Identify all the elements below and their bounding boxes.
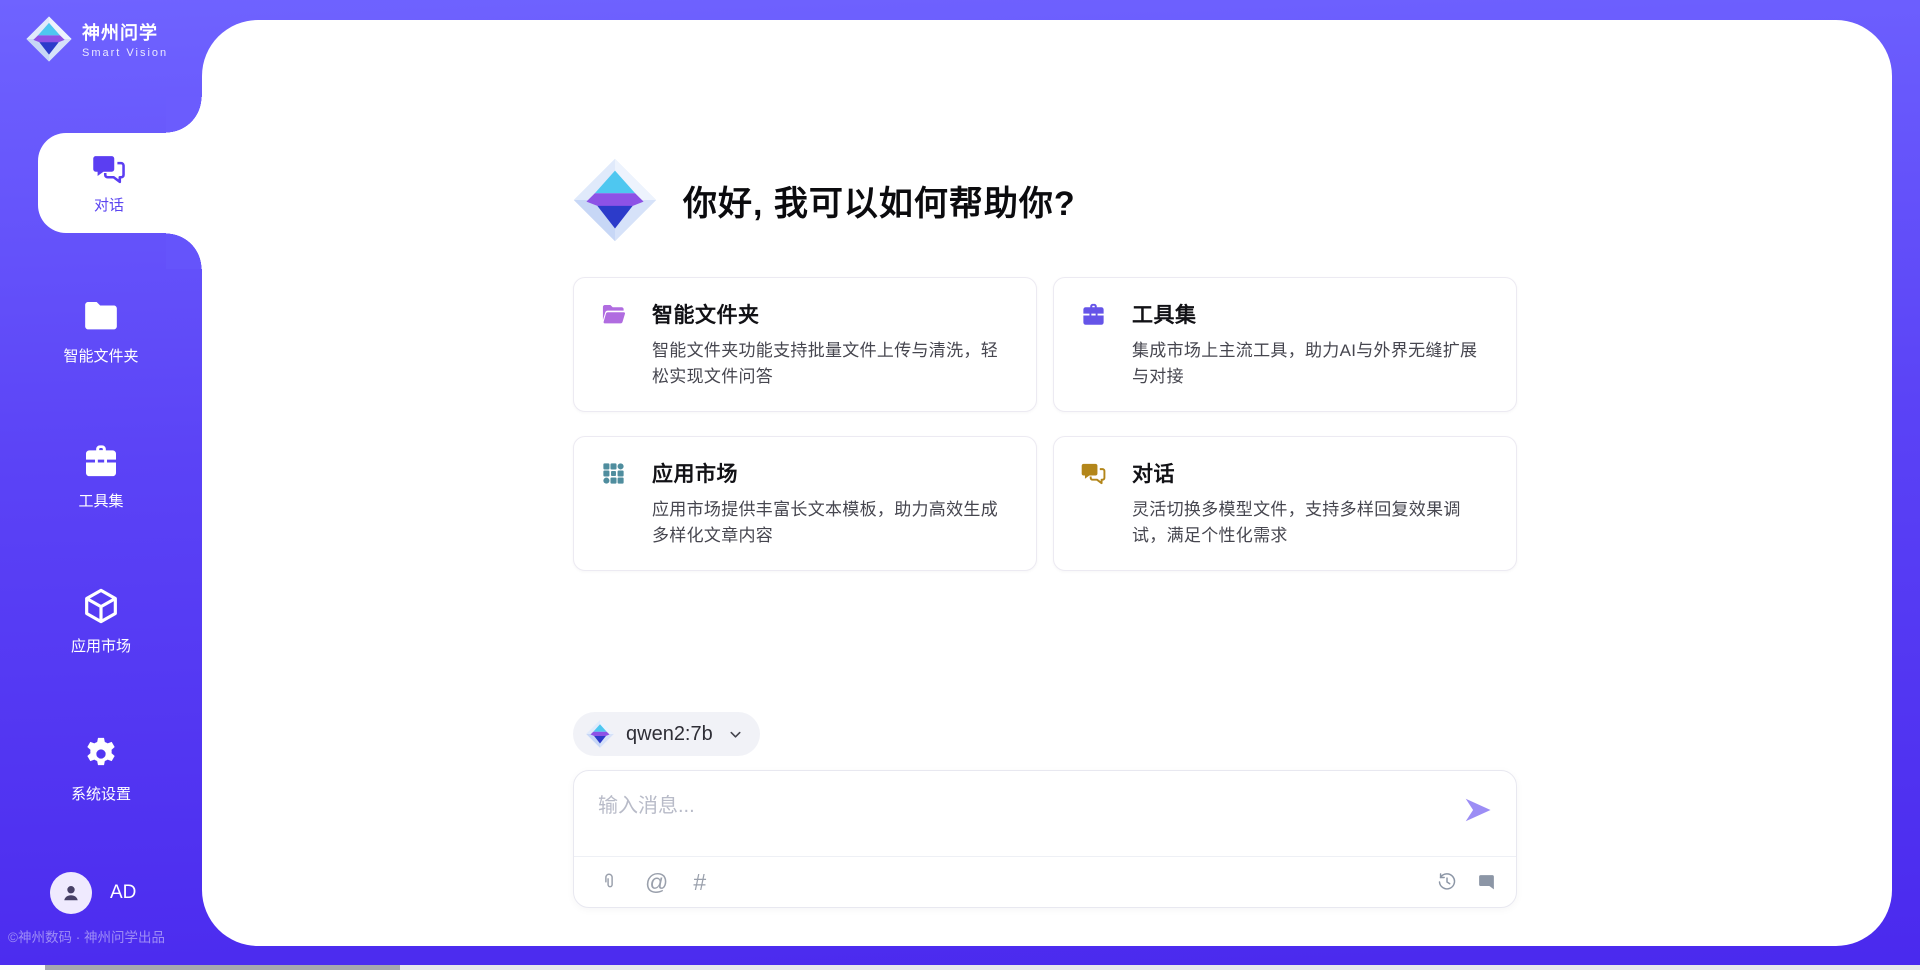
- brand-subtitle: Smart Vision: [82, 47, 168, 59]
- feature-cards: 智能文件夹 智能文件夹功能支持批量文件上传与清洗，轻松实现文件问答 工具集 集成…: [573, 277, 1517, 571]
- card-toolset[interactable]: 工具集 集成市场上主流工具，助力AI与外界无缝扩展与对接: [1053, 277, 1517, 412]
- main-panel: 你好, 我可以如何帮助你? 智能文件夹 智能文件夹功能支持批量文件上传与清洗，轻…: [202, 20, 1892, 946]
- card-chat[interactable]: 对话 灵活切换多模型文件，支持多样回复效果调试，满足个性化需求: [1053, 436, 1517, 571]
- card-description: 应用市场提供丰富长文本模板，助力高效生成多样化文章内容: [652, 497, 1010, 548]
- card-app-market[interactable]: 应用市场 应用市场提供丰富长文本模板，助力高效生成多样化文章内容: [573, 436, 1037, 571]
- person-icon: [59, 881, 83, 905]
- hash-icon: #: [693, 871, 706, 894]
- tab-fillet-bottom: [166, 233, 202, 269]
- copyright-footer: ©神州数码 · 神州问学出品: [8, 926, 165, 946]
- card-title: 对话: [1132, 458, 1175, 488]
- greeting-title: 你好, 我可以如何帮助你?: [683, 176, 1076, 225]
- user-initials: AD: [110, 882, 136, 904]
- model-name: qwen2:7b: [626, 723, 713, 746]
- open-folder-icon: [600, 301, 627, 328]
- message-composer: @ #: [573, 770, 1517, 908]
- at-icon: @: [645, 871, 668, 894]
- attach-file-button[interactable]: [598, 871, 620, 893]
- card-title: 应用市场: [652, 458, 738, 488]
- chat-bubble-icon: [1476, 871, 1498, 893]
- horizontal-scrollbar: [0, 965, 1920, 970]
- chat-bubbles-icon: [1080, 460, 1107, 487]
- tab-fillet-top: [166, 97, 202, 133]
- toolbox-icon: [1080, 301, 1107, 328]
- brand-diamond-icon: [26, 16, 72, 62]
- toolbox-icon: [81, 441, 121, 481]
- send-icon: [1462, 794, 1494, 826]
- card-smart-folder[interactable]: 智能文件夹 智能文件夹功能支持批量文件上传与清洗，轻松实现文件问答: [573, 277, 1037, 412]
- topic-button[interactable]: #: [693, 871, 706, 894]
- model-selector[interactable]: qwen2:7b: [573, 712, 760, 756]
- card-description: 智能文件夹功能支持批量文件上传与清洗，轻松实现文件问答: [652, 338, 1010, 389]
- brand-logo: 神州问学 Smart Vision: [26, 16, 168, 62]
- history-icon: [1436, 871, 1458, 893]
- sidebar-item-toolset[interactable]: 工具集: [0, 441, 202, 511]
- folder-icon: [81, 296, 121, 336]
- sidebar-item-app-market[interactable]: 应用市场: [0, 586, 202, 656]
- chevron-down-icon: [727, 726, 744, 743]
- brand-diamond-icon: [586, 720, 614, 748]
- card-description: 灵活切换多模型文件，支持多样回复效果调试，满足个性化需求: [1132, 497, 1490, 548]
- sidebar: 神州问学 Smart Vision 对话 智能文件夹 工具集 应用市场 系统设置…: [0, 0, 202, 970]
- sidebar-item-label: 应用市场: [71, 635, 131, 656]
- user-account[interactable]: AD: [50, 872, 136, 914]
- composer-toolbar: @ #: [598, 857, 1498, 907]
- scrollbar-corner: [0, 965, 45, 970]
- paperclip-icon: [598, 871, 620, 893]
- gear-icon: [81, 734, 121, 774]
- brand-name: 神州问学: [82, 19, 168, 45]
- cube-icon: [81, 586, 121, 626]
- scrollbar-thumb[interactable]: [45, 965, 400, 970]
- send-button[interactable]: [1460, 793, 1496, 829]
- conversation-button[interactable]: [1476, 871, 1498, 893]
- mention-button[interactable]: @: [645, 871, 668, 894]
- chat-icon: [91, 151, 127, 187]
- sidebar-item-label: 工具集: [78, 490, 123, 511]
- avatar: [50, 872, 92, 914]
- grid-icon: [600, 460, 627, 487]
- message-input[interactable]: [598, 789, 1438, 847]
- sidebar-item-smart-folder[interactable]: 智能文件夹: [0, 296, 202, 366]
- sidebar-item-label: 系统设置: [71, 783, 131, 804]
- sidebar-item-chat[interactable]: 对话: [38, 133, 202, 233]
- card-description: 集成市场上主流工具，助力AI与外界无缝扩展与对接: [1132, 338, 1490, 389]
- history-button[interactable]: [1436, 871, 1458, 893]
- card-title: 工具集: [1132, 299, 1197, 329]
- brand-diamond-icon: [573, 158, 657, 242]
- greeting: 你好, 我可以如何帮助你?: [573, 158, 1517, 242]
- sidebar-item-settings[interactable]: 系统设置: [0, 734, 202, 804]
- card-title: 智能文件夹: [652, 299, 760, 329]
- sidebar-item-label: 智能文件夹: [63, 345, 138, 366]
- sidebar-item-label: 对话: [94, 194, 124, 215]
